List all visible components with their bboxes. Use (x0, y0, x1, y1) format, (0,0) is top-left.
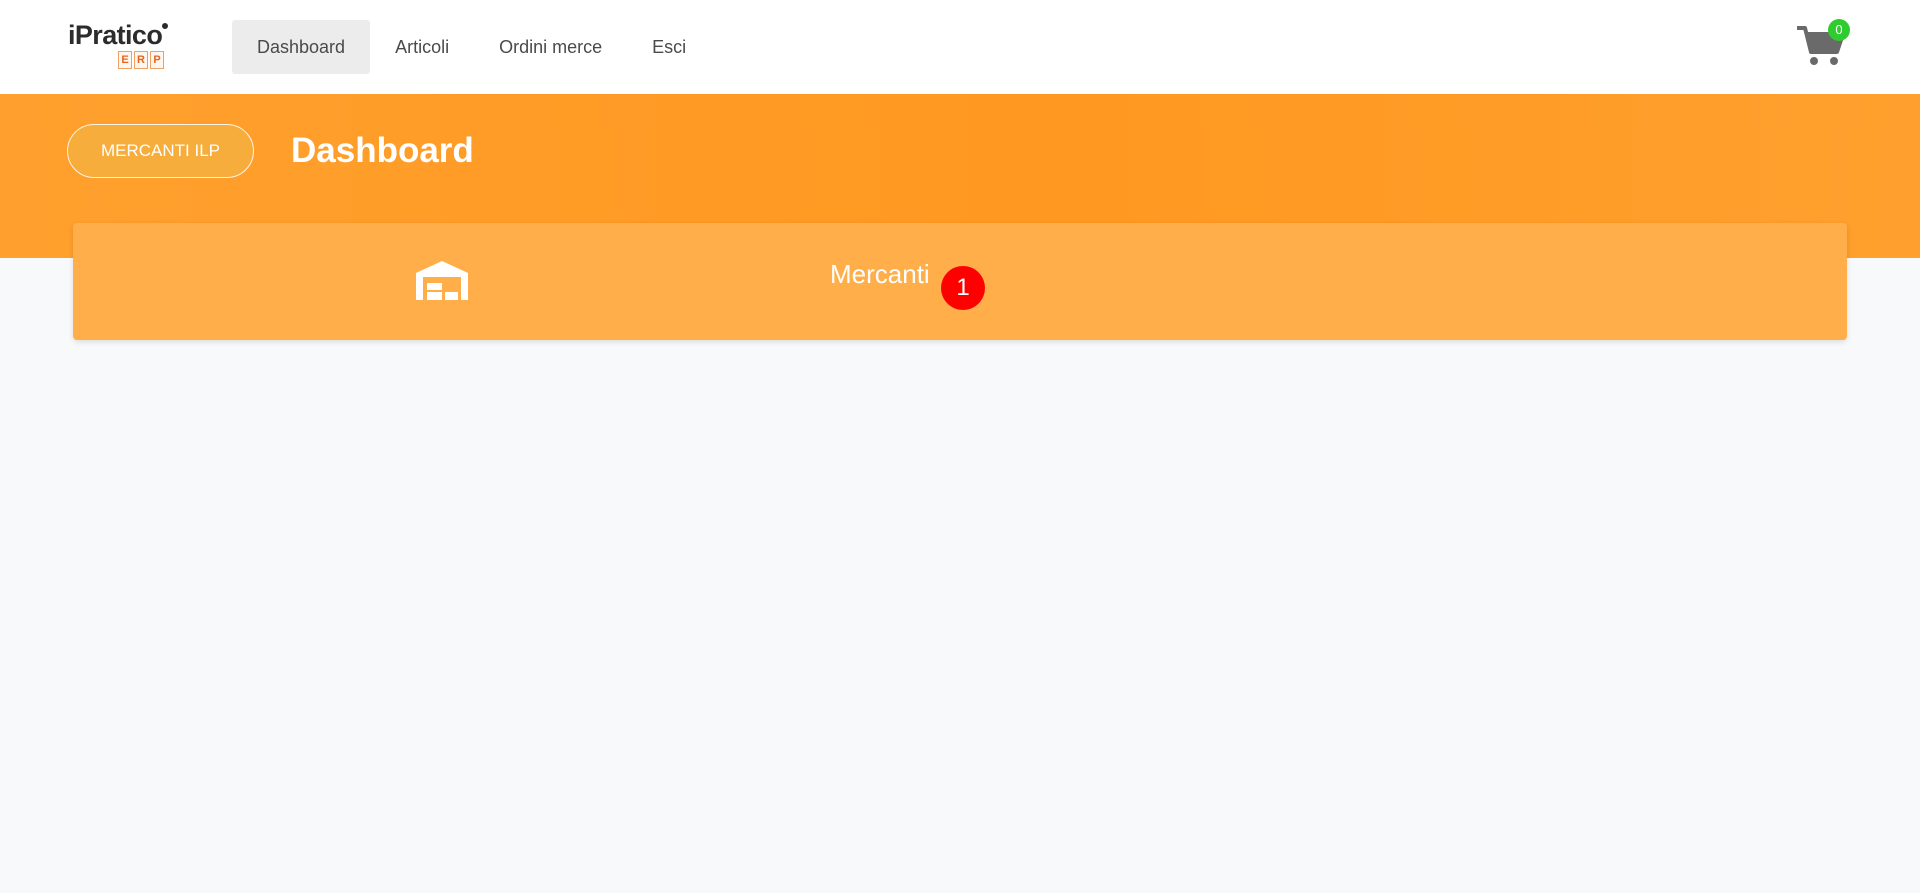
nav-item-articoli[interactable]: Articoli (370, 20, 474, 74)
cart-count-badge: 0 (1828, 19, 1850, 41)
nav-item-dashboard[interactable]: Dashboard (232, 20, 371, 74)
merchant-selector-button[interactable]: MERCANTI ILP (67, 124, 254, 178)
main-nav: Dashboard Articoli Ordini merce Esci (232, 20, 711, 74)
registered-mark-icon (162, 23, 168, 29)
page-title: Dashboard (291, 131, 474, 170)
ipratico-erp-logo[interactable]: iPratico E R P (68, 20, 172, 74)
nav-item-esci[interactable]: Esci (627, 20, 711, 74)
nav-item-ordini-merce[interactable]: Ordini merce (474, 20, 627, 74)
tile-label: Mercanti (830, 259, 930, 289)
logo-erp-letter: E (118, 51, 132, 69)
logo-erp-letter: R (134, 51, 148, 69)
dashboard-tile-mercanti[interactable]: Mercanti 1 (73, 223, 1847, 340)
warehouse-icon (416, 261, 468, 300)
notification-badge: 1 (941, 266, 985, 310)
logo-erp-tag: E R P (118, 51, 164, 69)
logo-erp-letter: P (150, 51, 164, 69)
top-navbar: iPratico E R P Dashboard Articoli Ordini… (0, 0, 1920, 94)
logo-wordmark: iPratico (68, 20, 163, 50)
